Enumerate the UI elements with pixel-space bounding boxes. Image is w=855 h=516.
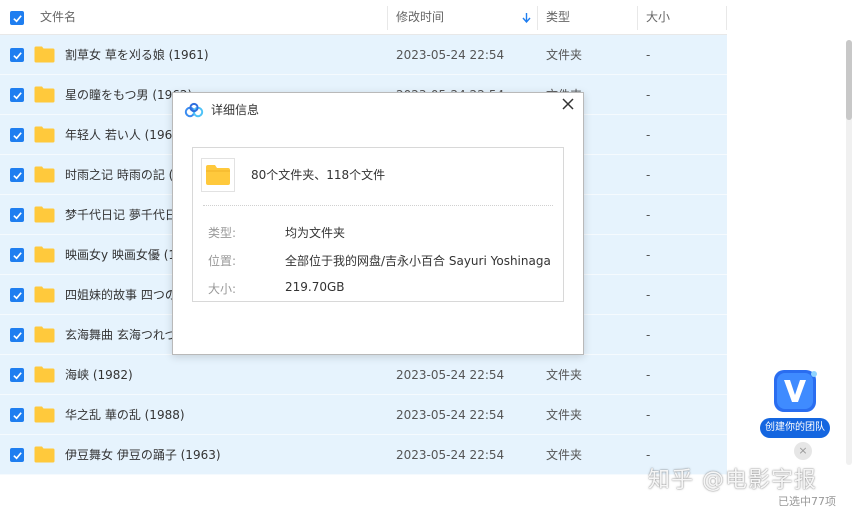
check-icon	[12, 331, 22, 339]
row-checkbox[interactable]	[10, 248, 24, 262]
select-all-checkbox[interactable]	[10, 11, 24, 25]
scrollbar-thumb[interactable]	[846, 40, 852, 120]
folder-icon	[34, 406, 55, 423]
file-size: -	[646, 208, 651, 222]
table-row[interactable]: 海峡 (1982) 2023-05-24 22:54 文件夹 -	[0, 355, 727, 395]
file-type: 文件夹	[546, 448, 583, 462]
sort-down-icon[interactable]	[522, 13, 531, 23]
file-type: 文件夹	[546, 368, 583, 382]
row-checkbox[interactable]	[10, 48, 24, 62]
folder-icon	[34, 46, 55, 63]
file-name[interactable]: 海峡 (1982)	[65, 355, 385, 395]
row-checkbox[interactable]	[10, 208, 24, 222]
row-checkbox[interactable]	[10, 128, 24, 142]
selection-status: 已选中77项	[778, 495, 836, 508]
column-divider	[726, 6, 727, 30]
column-header-name[interactable]: 文件名	[40, 0, 76, 35]
dialog-details-panel: 80个文件夹、118个文件 类型: 均为文件夹 位置: 全部位于我的网盘/吉永小…	[192, 147, 564, 302]
file-size: -	[646, 48, 651, 62]
file-size: -	[646, 368, 651, 382]
location-label: 位置:	[208, 254, 237, 268]
folder-icon	[34, 286, 55, 303]
file-type: 文件夹	[546, 48, 583, 62]
cloud-logo-icon	[184, 102, 204, 118]
check-icon	[12, 131, 22, 139]
close-icon[interactable]	[560, 96, 576, 112]
row-checkbox[interactable]	[10, 408, 24, 422]
check-icon	[12, 14, 22, 22]
vertical-scrollbar[interactable]	[846, 40, 852, 465]
check-icon	[12, 171, 22, 179]
promo-close-button[interactable]: ×	[794, 442, 812, 460]
type-value: 均为文件夹	[285, 226, 346, 240]
file-list-header: 文件名 修改时间 类型 大小	[0, 0, 727, 35]
column-header-modified[interactable]: 修改时间	[396, 0, 444, 35]
location-value: 全部位于我的网盘/吉永小百合 Sayuri Yoshinaga	[285, 254, 551, 268]
row-checkbox[interactable]	[10, 288, 24, 302]
file-modified: 2023-05-24 22:54	[396, 408, 505, 422]
row-checkbox[interactable]	[10, 368, 24, 382]
folder-icon	[34, 246, 55, 263]
table-row[interactable]: 伊豆舞女 伊豆の踊子 (1963) 2023-05-24 22:54 文件夹 -	[0, 435, 727, 475]
divider	[203, 205, 553, 206]
row-checkbox[interactable]	[10, 168, 24, 182]
column-divider[interactable]	[637, 6, 638, 30]
create-team-button[interactable]: 创建你的团队	[760, 418, 830, 438]
dialog-title: 详细信息	[211, 103, 260, 117]
file-name[interactable]: 割草女 草を刈る娘 (1961)	[65, 35, 385, 75]
file-size: -	[646, 88, 651, 102]
file-size: -	[646, 288, 651, 302]
folder-icon	[34, 206, 55, 223]
file-modified: 2023-05-24 22:54	[396, 48, 505, 62]
row-checkbox[interactable]	[10, 328, 24, 342]
file-size: -	[646, 168, 651, 182]
row-checkbox[interactable]	[10, 88, 24, 102]
folder-icon	[34, 326, 55, 343]
folder-icon	[34, 166, 55, 183]
column-divider[interactable]	[387, 6, 388, 30]
file-size: -	[646, 408, 651, 422]
column-header-size[interactable]: 大小	[646, 0, 670, 35]
team-promo[interactable]: 创建你的团队	[760, 364, 830, 442]
check-icon	[12, 251, 22, 259]
column-divider[interactable]	[537, 6, 538, 30]
table-row[interactable]: 华之乱 華の乱 (1988) 2023-05-24 22:54 文件夹 -	[0, 395, 727, 435]
file-type: 文件夹	[546, 408, 583, 422]
type-label: 类型:	[208, 226, 237, 240]
size-label: 大小:	[208, 282, 237, 296]
check-icon	[12, 51, 22, 59]
folder-icon	[34, 366, 55, 383]
folder-icon	[34, 126, 55, 143]
file-size: -	[646, 128, 651, 142]
file-size: -	[646, 248, 651, 262]
file-size: -	[646, 328, 651, 342]
dialog-title-bar[interactable]: 详细信息	[173, 93, 583, 127]
check-icon	[12, 451, 22, 459]
selection-summary: 80个文件夹、118个文件	[251, 168, 386, 182]
row-checkbox[interactable]	[10, 448, 24, 462]
size-value: 219.70GB	[285, 280, 345, 294]
table-row[interactable]: 割草女 草を刈る娘 (1961) 2023-05-24 22:54 文件夹 -	[0, 35, 727, 75]
file-name[interactable]: 伊豆舞女 伊豆の踊子 (1963)	[65, 435, 385, 475]
file-modified: 2023-05-24 22:54	[396, 448, 505, 462]
details-dialog: 详细信息 80个文件夹、118个文件 类型: 均为文件夹 位置: 全部位于我的网…	[172, 92, 584, 355]
team-v-badge-icon	[774, 370, 817, 412]
folder-icon	[34, 86, 55, 103]
check-icon	[12, 291, 22, 299]
check-icon	[12, 411, 22, 419]
column-header-type[interactable]: 类型	[546, 0, 570, 35]
folder-icon	[201, 158, 235, 192]
check-icon	[12, 91, 22, 99]
file-name[interactable]: 华之乱 華の乱 (1988)	[65, 395, 385, 435]
check-icon	[12, 371, 22, 379]
check-icon	[12, 211, 22, 219]
file-modified: 2023-05-24 22:54	[396, 368, 505, 382]
folder-icon	[34, 446, 55, 463]
